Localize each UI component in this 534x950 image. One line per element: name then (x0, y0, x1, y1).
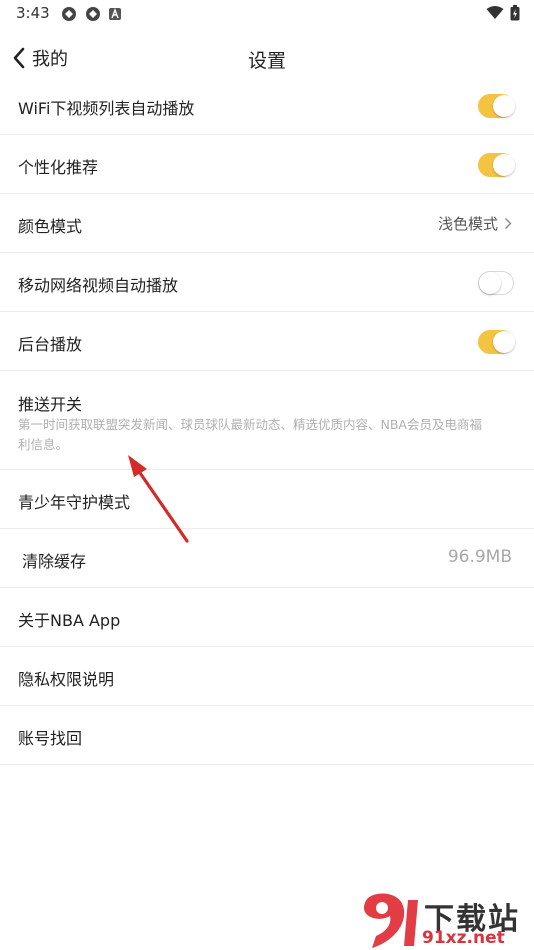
setting-push[interactable]: 推送开关 第一时间获取联盟突发新闻、球员球队最新动态、精选优质内容、NBA会员及… (0, 371, 534, 470)
toggle-knob (493, 95, 515, 117)
setting-label: 后台播放 (18, 335, 83, 354)
setting-label: 关于NBA App (18, 611, 121, 630)
status-bar: 3:43 (0, 0, 534, 28)
setting-label: 账号找回 (18, 729, 83, 748)
font-notification-icon (109, 8, 121, 20)
wifi-icon (486, 6, 504, 19)
nav-header: 我的 设置 (0, 38, 534, 78)
push-description: 第一时间获取联盟突发新闻、球员球队最新动态、精选优质内容、NBA会员及电商福利信… (18, 417, 482, 452)
setting-about[interactable]: 关于NBA App (0, 588, 534, 647)
settings-list: WiFi下视频列表自动播放 个性化推荐 颜色模式 浅色模式 移动网络视频自动播放… (0, 76, 534, 765)
setting-clear-cache[interactable]: 清除缓存 96.9MB (0, 529, 534, 588)
setting-label: 个性化推荐 (18, 158, 99, 177)
battery-charging-icon (510, 5, 520, 21)
toggle-knob (493, 154, 515, 176)
setting-label: 清除缓存 (22, 552, 87, 571)
color-mode-value-group: 浅色模式 (438, 213, 512, 234)
app-notification-icon (62, 7, 76, 21)
setting-label: 移动网络视频自动播放 (18, 276, 179, 295)
setting-label: 青少年守护模式 (18, 493, 131, 512)
status-system-icons (486, 5, 520, 21)
setting-color-mode[interactable]: 颜色模式 浅色模式 (0, 194, 534, 253)
status-time: 3:43 (16, 4, 50, 22)
setting-label: 隐私权限说明 (18, 670, 115, 689)
chevron-right-icon (505, 218, 512, 229)
setting-privacy[interactable]: 隐私权限说明 (0, 647, 534, 706)
cache-size-value: 96.9MB (447, 547, 512, 567)
setting-personalized: 个性化推荐 (0, 135, 534, 194)
background-play-toggle[interactable] (478, 330, 515, 354)
setting-youth-mode[interactable]: 青少年守护模式 (0, 470, 534, 529)
mobile-autoplay-toggle[interactable] (478, 271, 514, 295)
watermark-91-logo-icon (364, 893, 418, 948)
watermark-logo: 下载站 91xz.net (358, 892, 530, 950)
watermark-line2: 91xz.net (422, 928, 505, 948)
toggle-knob (479, 272, 501, 294)
setting-wifi-autoplay: WiFi下视频列表自动播放 (0, 76, 534, 135)
setting-background-play: 后台播放 (0, 312, 534, 371)
setting-label: WiFi下视频列表自动播放 (18, 99, 195, 118)
setting-label: 颜色模式 (18, 217, 83, 236)
toggle-knob (493, 331, 515, 353)
personalized-toggle[interactable] (478, 153, 515, 177)
status-notification-icons (60, 5, 122, 23)
page-title: 设置 (247, 50, 286, 72)
setting-mobile-autoplay: 移动网络视频自动播放 (0, 253, 534, 312)
setting-label: 推送开关 (18, 395, 83, 414)
color-mode-value: 浅色模式 (437, 215, 498, 233)
setting-account-recovery[interactable]: 账号找回 (0, 706, 534, 765)
wifi-autoplay-toggle[interactable] (478, 94, 515, 118)
app-notification-icon (86, 7, 100, 21)
